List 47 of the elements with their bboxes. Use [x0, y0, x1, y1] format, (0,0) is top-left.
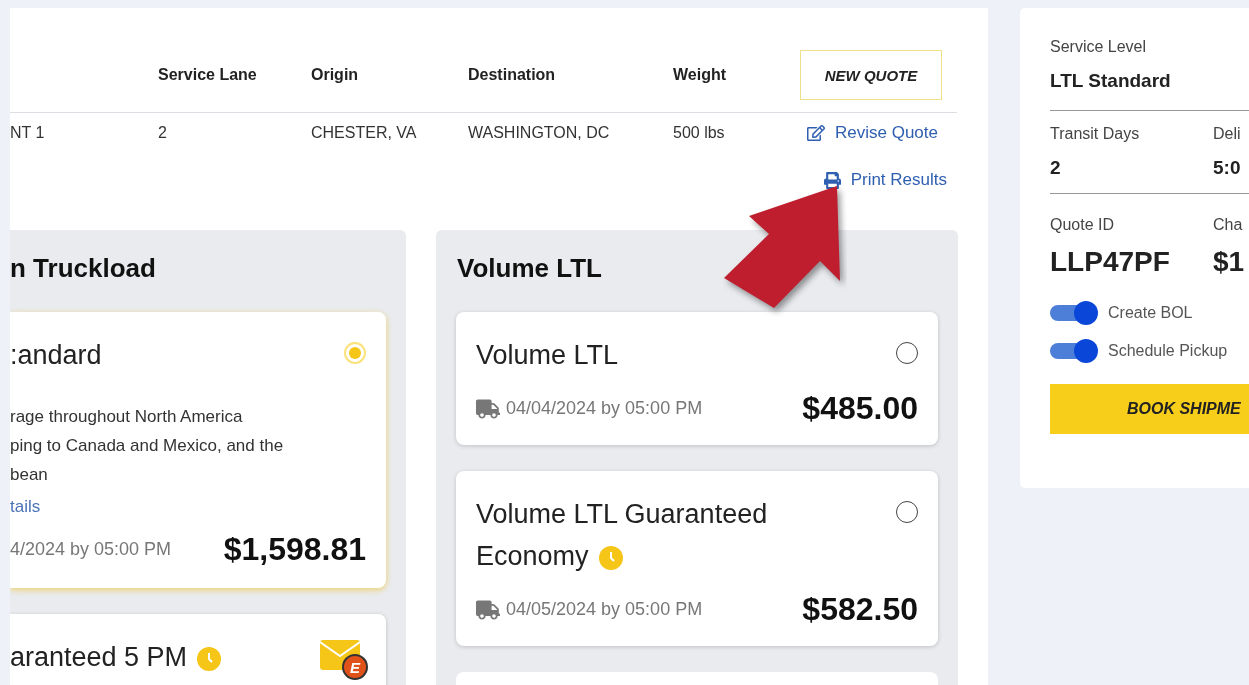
- column-header: Origin: [311, 66, 360, 84]
- table-cell-text: CHESTER, VA: [311, 124, 418, 142]
- column-header: Weight: [673, 66, 728, 84]
- column-header: Destination: [468, 66, 557, 84]
- field-value: $1: [1213, 246, 1246, 278]
- field-label: Transit Days: [1050, 125, 1141, 143]
- revise-quote-link[interactable]: Revise Quote: [807, 123, 957, 143]
- edit-icon: [807, 124, 825, 142]
- field-label: Quote ID: [1050, 216, 1116, 234]
- table-cell-text: WASHINGTON, DC: [468, 124, 611, 142]
- field-value: LLP47PF: [1050, 246, 1171, 278]
- delivery-date: 04/04/2024 by 05:00 PM: [476, 396, 703, 421]
- price: $1,598.81: [223, 531, 366, 568]
- option-card[interactable]: Volume LTL Guaranteed Economy 04/05/2024 by 05:00 PM $582.50: [456, 471, 938, 646]
- toggle-switch[interactable]: [1050, 301, 1098, 325]
- print-results-link[interactable]: Print Results: [823, 170, 947, 190]
- option-description: rage throughout North America ping to Canada and Mexico, and the bean: [10, 406, 285, 486]
- toggle-label: Schedule Pickup: [1108, 342, 1228, 360]
- book-shipment-button[interactable]: BOOK SHIPME: [1050, 384, 1249, 434]
- toggle-label: Create BOL: [1108, 304, 1193, 322]
- delivery-date: 4/2024 by 05:00 PM: [10, 539, 172, 560]
- group-title: Volume LTL: [456, 252, 602, 285]
- column-header: Service Lane: [158, 66, 258, 84]
- table-cell-text: 500 lbs: [673, 124, 726, 142]
- details-link[interactable]: tails: [10, 497, 41, 517]
- option-name: :andard: [10, 339, 102, 372]
- new-quote-button[interactable]: NEW QUOTE: [800, 50, 942, 100]
- table-cell-text: 2: [158, 124, 168, 142]
- option-name: Volume LTL: [476, 339, 619, 372]
- option-name: Volume LTL Guaranteed Economy: [476, 498, 769, 573]
- print-icon: [823, 171, 841, 189]
- field-label: Deli: [1213, 125, 1242, 143]
- option-name: aranteed 5 PM: [10, 636, 222, 678]
- delivery-date: 04/05/2024 by 05:00 PM: [476, 597, 703, 622]
- field-value: 5:0: [1213, 157, 1242, 179]
- price: $582.50: [802, 591, 918, 628]
- field-value: LTL Standard: [1050, 70, 1172, 92]
- option-card[interactable]: Volume LTL 04/04/2024 by 05:00 PM $485.00: [456, 312, 938, 445]
- group-title: n Truckload: [10, 252, 156, 285]
- option-card[interactable]: aranteed 5 PM E: [10, 614, 386, 685]
- field-label: Cha: [1213, 216, 1244, 234]
- field-value: 2: [1050, 157, 1062, 179]
- option-card[interactable]: :andard rage throughout North America ping to Canada and Mexico, and the bean tails 4/2024 by 05:00 PM $1,598.81: [10, 312, 386, 588]
- price: $485.00: [802, 390, 918, 427]
- toggle-switch[interactable]: [1050, 339, 1098, 363]
- field-label: Service Level: [1050, 38, 1148, 56]
- table-cell-text: NT 1: [10, 124, 46, 142]
